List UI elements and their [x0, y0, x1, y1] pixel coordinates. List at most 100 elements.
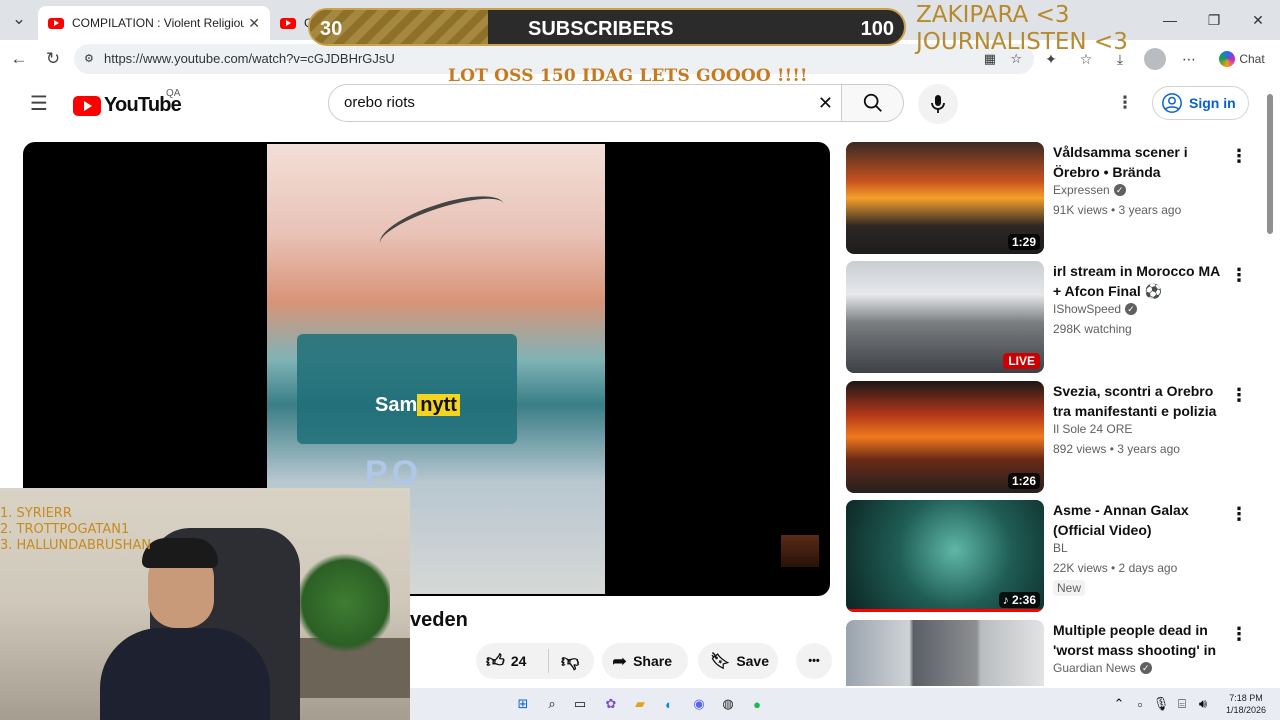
channel-name[interactable]: Il Sole 24 ORE	[1053, 422, 1132, 436]
supporter-entry: 1. SYRIERR	[0, 506, 72, 521]
tab-compilation[interactable]: COMPILATION : Violent Religious I ✕	[38, 6, 270, 40]
youtube-logo[interactable]: YouTube	[73, 94, 182, 117]
channel-name[interactable]: Guardian News ✓	[1053, 661, 1152, 675]
smoke-streak	[374, 184, 510, 264]
more-actions-button[interactable]: •••	[796, 643, 832, 679]
like-dislike-group: 👍︎ 24 👎︎	[476, 643, 594, 679]
recommendation-item[interactable]: ♪ 2:36 Asme - Annan Galax (Official Vide…	[846, 500, 1248, 612]
streamer-webcam: 1. SYRIERR 2. TROTTPOGATAN1 3. HALLUNDAB…	[0, 488, 410, 720]
site-info-icon[interactable]: ⚙	[84, 44, 94, 74]
police-van-window	[297, 334, 517, 444]
youtube-favicon-icon	[48, 17, 64, 29]
recommendation-item[interactable]: LIVE irl stream in Morocco MA + Afcon Fi…	[846, 261, 1248, 373]
like-button[interactable]: 👍︎ 24	[476, 650, 548, 672]
discord-icon[interactable]: ◉	[690, 695, 708, 713]
shoutout-line: ZAKIPARA <3	[916, 2, 1070, 28]
taskbar-clock[interactable]: 7:18 PM 1/18/2026	[1226, 692, 1266, 716]
recommendation-title[interactable]: Asme - Annan Galax (Official Video)	[1053, 500, 1223, 540]
clock-time: 7:18 PM	[1229, 693, 1263, 703]
scrollbar-thumb[interactable]	[1267, 94, 1273, 234]
more-options-icon[interactable]: ⋮	[1230, 385, 1248, 406]
reload-icon[interactable]: ↻	[40, 46, 66, 72]
taskbar-search-icon[interactable]: ⌕	[543, 695, 561, 713]
recommendation-item[interactable]: 1:26 Svezia, scontri a Orebro tra manife…	[846, 381, 1248, 493]
verified-check-icon: ✓	[1125, 303, 1138, 315]
copilot-taskbar-icon[interactable]: ✿	[602, 695, 620, 713]
streamer-body	[100, 628, 270, 720]
more-menu-icon[interactable]: ⋯	[1178, 48, 1200, 70]
recommendation-title[interactable]: Våldsamma scener i Örebro • Brända polis…	[1053, 142, 1223, 182]
recommendation-title[interactable]: Multiple people dead in 'worst mass shoo…	[1053, 620, 1223, 660]
sign-in-label: Sign in	[1189, 95, 1236, 111]
subscriber-goal-bar: 30 SUBSCRIBERS 100	[308, 8, 906, 46]
task-view-icon[interactable]: ▭	[571, 695, 589, 713]
subscriber-current: 30	[320, 18, 343, 40]
edge-browser-icon[interactable]: ◐	[660, 695, 678, 713]
channel-name[interactable]: IShowSpeed ✓	[1053, 302, 1138, 316]
channel-watermark-thumbnail[interactable]	[781, 535, 819, 567]
recommendation-item[interactable]: Multiple people dead in 'worst mass shoo…	[846, 620, 1246, 686]
voice-search-button[interactable]	[918, 84, 958, 124]
share-label: Share	[633, 653, 673, 669]
samnytt-watermark: Sam nytt	[375, 394, 460, 417]
tray-app-icon[interactable]: ▫	[1131, 695, 1149, 713]
windows-start-icon[interactable]: ⊞	[514, 695, 532, 713]
copilot-chat-button[interactable]: Chat	[1214, 48, 1270, 70]
search-input[interactable]: orebo riots ✕	[328, 84, 842, 122]
more-options-icon[interactable]: ⋮	[1230, 146, 1248, 167]
spotify-icon[interactable]: ●	[748, 695, 766, 713]
recommendation-title[interactable]: Svezia, scontri a Orebro tra manifestant…	[1053, 381, 1223, 421]
supporter-entry: 3. HALLUNDABRUSHAN	[0, 538, 152, 553]
more-options-icon[interactable]: ⋮	[1230, 265, 1248, 286]
recommendation-item[interactable]: 1:29 Våldsamma scener i Örebro • Brända …	[846, 142, 1248, 254]
tray-chevron-icon[interactable]: ⌃	[1110, 695, 1128, 713]
live-badge: LIVE	[1003, 353, 1040, 369]
search-query: orebo riots	[344, 94, 415, 111]
close-window-button[interactable]: ✕	[1243, 8, 1273, 32]
channel-name[interactable]: BL	[1053, 541, 1068, 555]
search-icon	[863, 93, 882, 112]
back-arrow-icon[interactable]: ←	[6, 46, 32, 72]
country-code: QA	[166, 88, 181, 99]
settings-kebab-icon[interactable]: ⋮	[1112, 90, 1138, 116]
hamburger-menu-icon[interactable]: ☰	[26, 90, 52, 116]
file-explorer-icon[interactable]: ▰	[631, 695, 649, 713]
plant	[300, 548, 390, 658]
dislike-button[interactable]: 👎︎	[549, 650, 579, 672]
chat-label: Chat	[1239, 52, 1265, 66]
youtube-play-icon	[73, 95, 101, 116]
channel-name[interactable]: Expressen ✓	[1053, 183, 1126, 197]
tab-close-icon[interactable]: ✕	[248, 15, 260, 32]
video-thumbnail[interactable]: ♪ 2:36	[846, 500, 1044, 612]
more-options-icon[interactable]: ⋮	[1230, 624, 1246, 645]
more-options-icon[interactable]: ⋮	[1230, 504, 1248, 525]
video-thumbnail[interactable]: 1:26	[846, 381, 1044, 493]
account-icon	[1162, 93, 1182, 113]
verified-check-icon: ✓	[1139, 662, 1152, 674]
video-thumbnail[interactable]: LIVE	[846, 261, 1044, 373]
video-thumbnail[interactable]	[846, 620, 1044, 686]
sign-in-button[interactable]: Sign in	[1152, 86, 1249, 120]
thumbs-up-icon: 👍︎	[486, 651, 505, 671]
video-meta: 298K watching	[1053, 322, 1132, 336]
bookmark-icon: 🔖︎	[710, 653, 731, 670]
clock-date: 1/18/2026	[1226, 705, 1267, 715]
share-button[interactable]: ➦ Share	[602, 643, 688, 679]
new-badge: New	[1053, 580, 1086, 596]
network-icon[interactable]: ⌸	[1173, 695, 1191, 713]
obs-icon[interactable]: ◍	[719, 695, 737, 713]
search-button[interactable]	[842, 84, 904, 122]
video-thumbnail[interactable]: 1:29	[846, 142, 1044, 254]
clear-search-icon[interactable]: ✕	[818, 85, 833, 121]
url-text: https://www.youtube.com/watch?v=cGJDBHrG…	[104, 51, 395, 66]
tray-mic-icon[interactable]: 🎙︎	[1152, 695, 1170, 713]
recommendation-title[interactable]: irl stream in Morocco MA + Afcon Final ⚽	[1053, 261, 1223, 301]
save-button[interactable]: 🔖︎ Save	[698, 643, 778, 679]
maximize-button[interactable]: ❐	[1199, 8, 1229, 32]
verified-check-icon: ✓	[1113, 184, 1126, 196]
volume-icon[interactable]: 🔊︎	[1194, 695, 1212, 713]
duration-badge: 1:26	[1007, 473, 1040, 489]
video-meta: 91K views • 3 years ago	[1053, 203, 1182, 217]
share-arrow-icon: ➦	[612, 650, 628, 671]
tab-search-icon[interactable]: ⌄	[6, 6, 32, 32]
